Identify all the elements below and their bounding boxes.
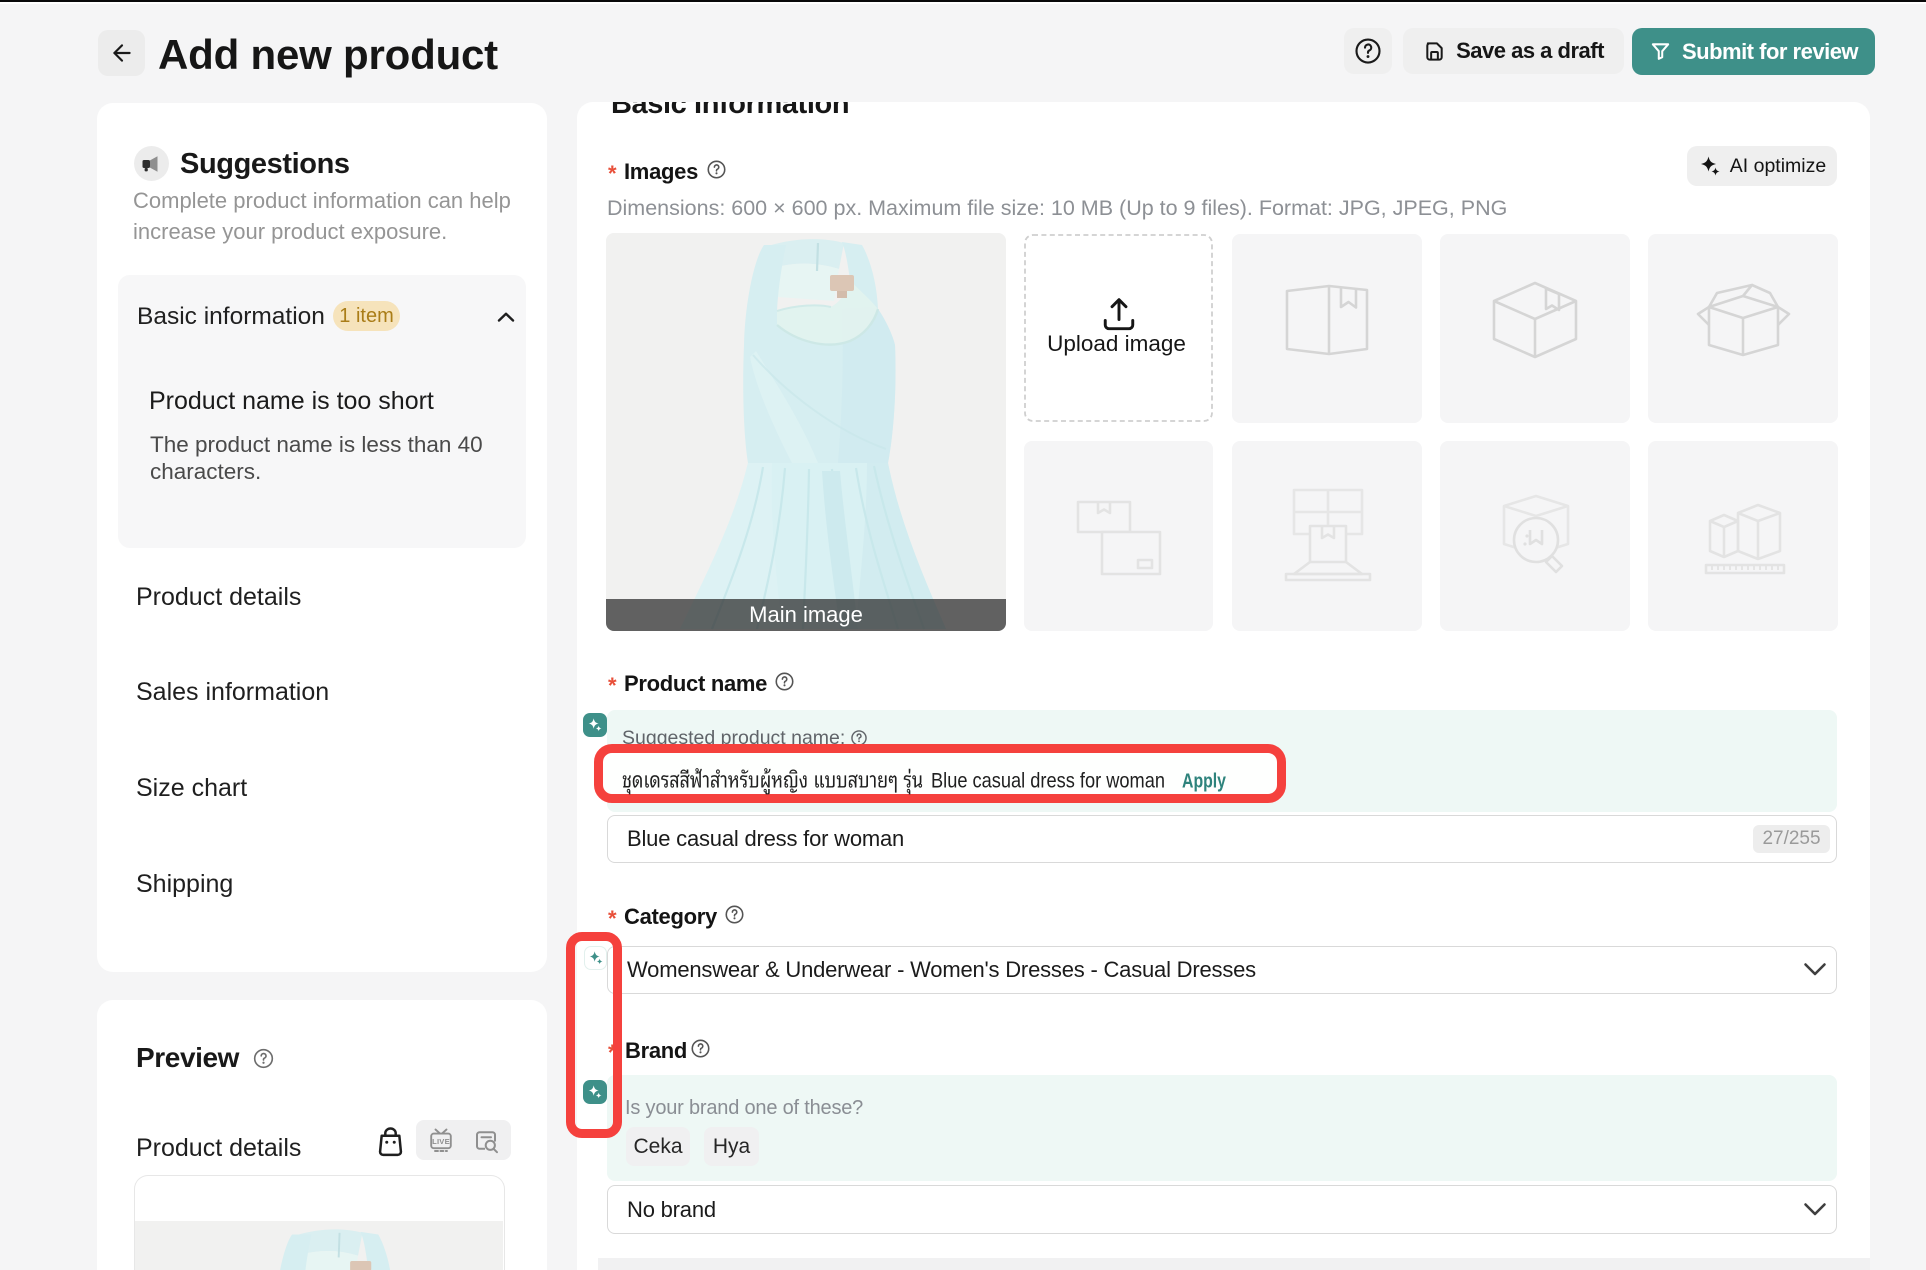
svg-text:Blue casual dress for woman: Blue casual dress for woman (931, 770, 1165, 793)
svg-text:LIVE: LIVE (432, 1137, 450, 1146)
svg-text:Apply: Apply (1182, 771, 1227, 793)
